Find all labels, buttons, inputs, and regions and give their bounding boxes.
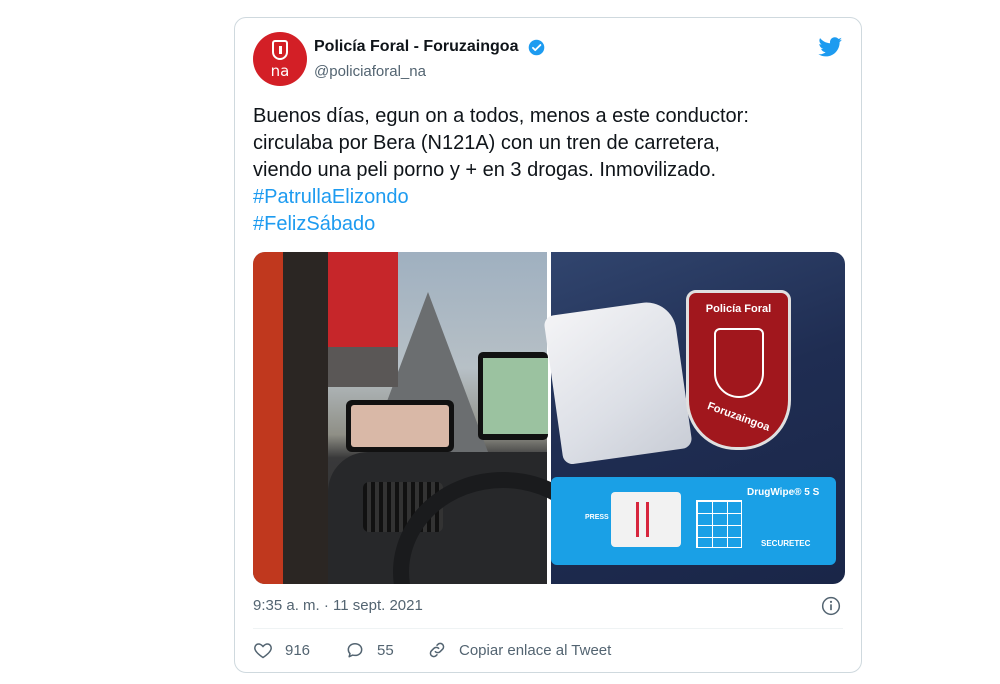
kit-result-line <box>636 502 639 537</box>
kit-result-line <box>646 502 649 537</box>
tweet-text-line: Buenos días, egun on a todos, menos a es… <box>253 105 749 127</box>
photo-truck-cabin[interactable] <box>253 252 613 584</box>
cabin-frame <box>253 252 283 584</box>
powder-bag <box>543 298 693 466</box>
twitter-bird-icon[interactable] <box>817 35 844 59</box>
avatar[interactable]: na <box>253 32 307 86</box>
info-icon[interactable] <box>821 596 841 616</box>
gps-screen <box>483 358 548 434</box>
truck-shadow <box>323 347 398 387</box>
copy-link-button[interactable]: Copiar enlace al Tweet <box>427 640 611 660</box>
like-count: 916 <box>285 641 311 659</box>
kit-brand: DrugWipe® 5 S <box>747 487 820 498</box>
author-name[interactable]: Policía Foral - Foruzaingoa <box>314 38 518 56</box>
author-handle[interactable]: @policiaforal_na <box>314 63 426 80</box>
reply-count: 55 <box>377 641 394 659</box>
patch-bottom-text: Foruzaingoa <box>705 400 772 434</box>
verified-badge-icon <box>528 39 545 56</box>
heart-icon <box>254 643 272 659</box>
navarra-crest-icon <box>714 328 764 398</box>
link-icon <box>429 642 445 658</box>
tweet-timestamp[interactable]: 9:35 a. m. · 11 sept. 2021 <box>253 597 423 614</box>
kit-press-label: PRESS <box>585 514 609 521</box>
truck-trailer <box>323 252 398 347</box>
hashtag-link[interactable]: #FelizSábado <box>253 211 843 238</box>
reply-button[interactable]: 55 <box>345 640 394 660</box>
tweet-text: Buenos días, egun on a todos, menos a es… <box>253 103 843 238</box>
tweet-text-line: circulaba por Bera (N121A) con un tren d… <box>253 132 720 154</box>
divider <box>253 628 843 629</box>
police-patch: Policía Foral Foruzaingoa <box>686 290 791 450</box>
phone-screen <box>351 405 449 447</box>
copy-link-label: Copiar enlace al Tweet <box>459 641 612 659</box>
reply-icon <box>347 643 363 658</box>
tweet-card: na Policía Foral - Foruzaingoa @policiaf… <box>234 17 862 673</box>
tweet-text-line: viendo una peli porno y + en 3 drogas. I… <box>253 159 717 181</box>
photo-drug-test[interactable]: Policía Foral Foruzaingoa PRESS DrugWipe… <box>543 252 845 584</box>
hashtag-link[interactable]: #PatrullaElizondo <box>253 184 843 211</box>
cabin-pillar <box>283 252 328 584</box>
crest-icon <box>272 40 288 60</box>
kit-grid <box>696 500 742 548</box>
like-button[interactable]: 916 <box>253 640 310 660</box>
tweet-media: Policía Foral Foruzaingoa PRESS DrugWipe… <box>253 252 845 584</box>
patch-top-text: Policía Foral <box>705 303 772 315</box>
avatar-text: na <box>270 62 290 80</box>
kit-maker: SECURETEC <box>761 539 811 548</box>
